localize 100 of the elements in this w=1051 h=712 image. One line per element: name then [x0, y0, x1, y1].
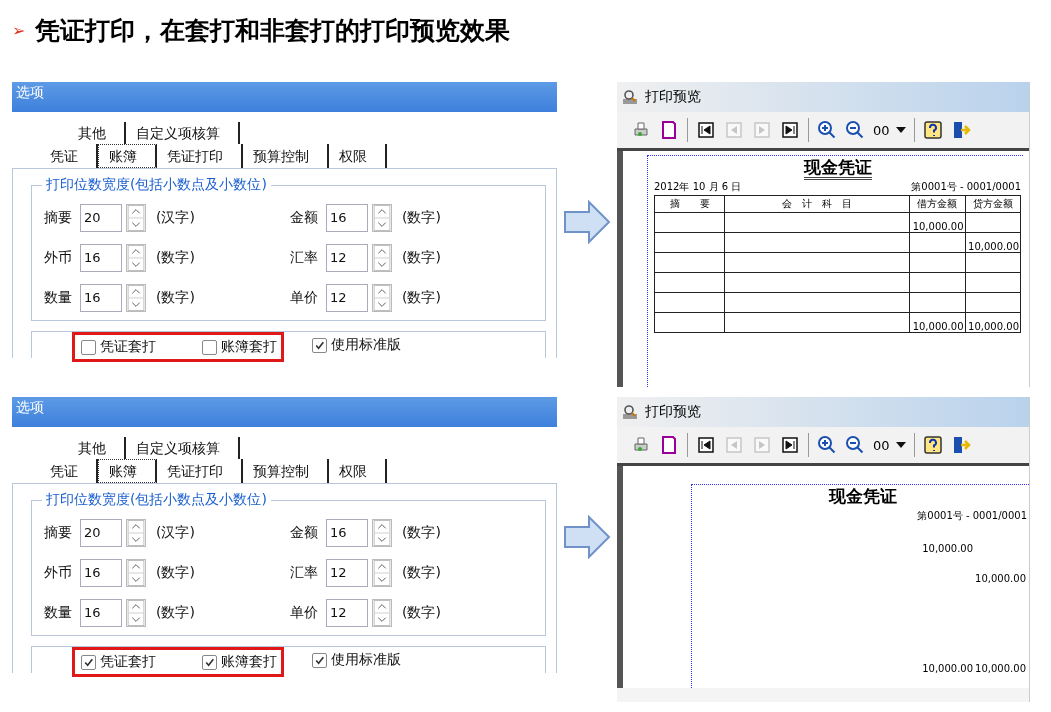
tab[interactable]: 权限 [329, 144, 387, 168]
number-input[interactable]: 12 [326, 244, 368, 272]
unit-label: (数字) [402, 209, 441, 227]
column-header: 摘 要 [654, 195, 725, 213]
checkbox[interactable]: 账簿套打 [202, 653, 277, 671]
unit-label: (数字) [402, 249, 441, 267]
field-label: 单价 [290, 604, 319, 622]
preview-title: 打印预览 [645, 403, 701, 421]
amount-cell: 10,000.00 [912, 221, 964, 232]
number-input[interactable]: 16 [80, 244, 122, 272]
number-input[interactable]: 20 [80, 204, 122, 232]
field-label: 数量 [44, 604, 73, 622]
checkbox[interactable]: 使用标准版 [312, 336, 401, 354]
zoom-out-icon[interactable] [845, 435, 865, 455]
field-label: 数量 [44, 289, 73, 307]
first-page-icon[interactable] [696, 435, 716, 455]
tab[interactable]: 账簿 [98, 144, 157, 168]
bullet-arrow: ➢ [12, 20, 26, 40]
number-input[interactable]: 16 [326, 204, 368, 232]
right-arrow-icon [563, 515, 611, 559]
spin-buttons[interactable] [372, 519, 392, 547]
number-input[interactable]: 12 [326, 284, 368, 312]
group-title: 打印位数宽度(包括小数点及小数位) [42, 491, 271, 509]
column-header: 贷方金额 [965, 195, 1021, 213]
dialog-title: 选项 [16, 84, 44, 100]
spin-buttons[interactable] [126, 204, 146, 232]
caret-icon [895, 442, 906, 448]
help-icon[interactable] [922, 435, 943, 455]
help-icon[interactable] [922, 120, 943, 140]
unit-label: (数字) [156, 564, 195, 582]
tab[interactable]: 账簿 [98, 459, 157, 483]
unit-label: (数字) [402, 289, 441, 307]
number-input[interactable]: 16 [80, 284, 122, 312]
zoom-dropdown[interactable]: 00 [873, 122, 906, 138]
column-header: 会 计 科 目 [724, 195, 910, 213]
page-icon[interactable] [659, 435, 679, 455]
group-title: 打印位数宽度(包括小数点及小数位) [42, 176, 271, 194]
total-amount: 10,000.00 [968, 321, 1019, 332]
voucher-title: 现金凭证 [828, 486, 897, 506]
right-arrow-icon [563, 200, 611, 244]
number-input[interactable]: 12 [326, 559, 368, 587]
unit-label: (数字) [156, 604, 195, 622]
checkbox[interactable]: 账簿套打 [202, 338, 277, 356]
unit-label: (汉字) [156, 209, 195, 227]
number-input[interactable]: 16 [326, 519, 368, 547]
checkbox[interactable]: 凭证套打 [81, 338, 156, 356]
number-input[interactable]: 20 [80, 519, 122, 547]
checkbox[interactable]: 使用标准版 [312, 651, 401, 669]
last-page-icon[interactable] [780, 435, 800, 455]
spin-buttons[interactable] [372, 244, 392, 272]
field-label: 金额 [290, 524, 319, 542]
voucher-number: 第0001号 - 0001/0001 [917, 509, 1027, 523]
spin-buttons[interactable] [126, 284, 146, 312]
field-label: 汇率 [290, 564, 319, 582]
number-input[interactable]: 16 [80, 599, 122, 627]
column-header: 借方金额 [909, 195, 966, 213]
amount-cell: 10,000.00 [922, 543, 974, 554]
checkbox[interactable]: 凭证套打 [81, 653, 156, 671]
field-label: 汇率 [290, 249, 319, 267]
zoom-in-icon[interactable] [817, 435, 837, 455]
page-icon[interactable] [659, 120, 679, 140]
tab[interactable]: 预算控制 [243, 459, 329, 483]
spin-buttons[interactable] [372, 204, 392, 232]
zoom-dropdown[interactable]: 00 [873, 437, 906, 453]
total-amount: 10,000.00 [912, 321, 964, 332]
spin-buttons[interactable] [126, 559, 146, 587]
zoom-in-icon[interactable] [817, 120, 837, 140]
voucher-date: 2012年 10 月 6 日 [654, 180, 742, 194]
field-label: 金额 [290, 209, 319, 227]
spin-buttons[interactable] [126, 244, 146, 272]
voucher-title: 现金凭证 [803, 157, 872, 180]
spin-buttons[interactable] [126, 519, 146, 547]
amount-cell: 10,000.00 [968, 241, 1019, 252]
first-page-icon[interactable] [696, 120, 716, 140]
checkmark-icon [314, 654, 325, 666]
field-label: 外币 [44, 564, 73, 582]
unit-label: (数字) [156, 289, 195, 307]
last-page-icon[interactable] [780, 120, 800, 140]
total-amount: 10,000.00 [975, 663, 1026, 674]
field-label: 外币 [44, 249, 73, 267]
spin-buttons[interactable] [126, 599, 146, 627]
caret-icon [895, 127, 906, 133]
zoom-out-icon[interactable] [845, 120, 865, 140]
spin-buttons[interactable] [372, 559, 392, 587]
tab[interactable]: 凭证打印 [157, 144, 243, 168]
checkmark-icon [83, 656, 94, 668]
magnifier-page-icon [621, 88, 639, 106]
field-label: 摘要 [44, 524, 73, 542]
spin-buttons[interactable] [372, 599, 392, 627]
checkmark-icon [314, 339, 325, 351]
number-input[interactable]: 16 [80, 559, 122, 587]
field-label: 单价 [290, 289, 319, 307]
tab[interactable]: 权限 [329, 459, 387, 483]
magnifier-page-icon [621, 403, 639, 421]
unit-label: (数字) [402, 564, 441, 582]
spin-buttons[interactable] [372, 284, 392, 312]
number-input[interactable]: 12 [326, 599, 368, 627]
tab[interactable]: 凭证打印 [157, 459, 243, 483]
tab[interactable]: 预算控制 [243, 144, 329, 168]
slide-title: 凭证打印，在套打和非套打的打印预览效果 [35, 14, 511, 47]
